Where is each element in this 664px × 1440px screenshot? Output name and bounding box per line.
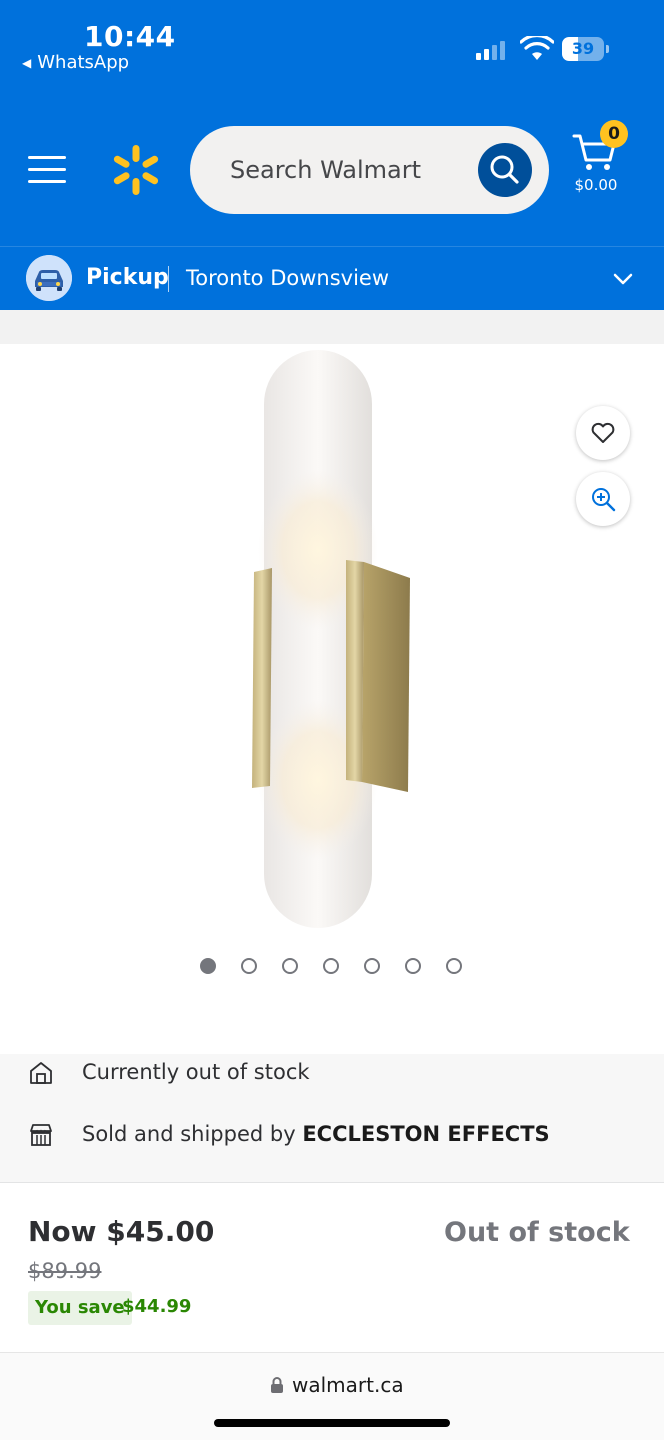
cart-count-badge: 0 xyxy=(600,120,628,148)
cart-total: $0.00 xyxy=(574,176,618,194)
seller-name-link[interactable]: ECCLESTON EFFECTS xyxy=(302,1122,549,1146)
lock-icon xyxy=(271,1377,283,1393)
carousel-dot[interactable] xyxy=(200,958,216,974)
search-button[interactable] xyxy=(478,143,532,197)
seller-text: Sold and shipped by ECCLESTON EFFECTS xyxy=(82,1122,550,1146)
wifi-icon xyxy=(520,36,554,60)
stock-message: Currently out of stock xyxy=(82,1060,310,1084)
menu-icon[interactable] xyxy=(28,152,66,186)
original-price: $89.99 xyxy=(28,1259,102,1283)
image-carousel-dots xyxy=(200,958,462,974)
status-time: 10:44 xyxy=(84,20,176,53)
pickup-mode-label: Pickup xyxy=(86,265,169,290)
stock-status-row: Currently out of stock xyxy=(0,1054,664,1094)
status-bar: 10:44 ◀ WhatsApp 39 xyxy=(0,0,664,100)
search-box xyxy=(190,126,549,214)
savings-amount: $44.99 xyxy=(122,1296,192,1317)
home-indicator[interactable] xyxy=(214,1419,450,1427)
section-divider xyxy=(0,310,664,344)
back-to-app-link[interactable]: ◀ WhatsApp xyxy=(22,52,129,73)
carousel-dot[interactable] xyxy=(364,958,380,974)
pickup-store-name: Toronto Downsview xyxy=(186,266,389,290)
carousel-dot[interactable] xyxy=(405,958,421,974)
browser-address-bar: walmart.ca xyxy=(0,1352,664,1440)
battery-icon: 39 xyxy=(562,37,609,61)
current-price: Now $45.00 xyxy=(28,1215,215,1248)
you-save-badge: You save xyxy=(28,1291,132,1325)
pickup-store-selector[interactable]: Pickup Toronto Downsview xyxy=(0,246,664,310)
add-to-favorites-button[interactable] xyxy=(576,406,630,460)
walmart-spark-logo[interactable] xyxy=(110,144,162,196)
sold-by-prefix: Sold and shipped by xyxy=(82,1122,296,1146)
storefront-icon xyxy=(30,1124,52,1146)
carousel-dot[interactable] xyxy=(323,958,339,974)
url-text: walmart.ca xyxy=(292,1373,404,1397)
carousel-dot[interactable] xyxy=(241,958,257,974)
fulfillment-info: Currently out of stock Sold and shipped … xyxy=(0,1054,664,1182)
carousel-dot[interactable] xyxy=(282,958,298,974)
chevron-down-icon xyxy=(613,273,633,285)
wall-sconce-image[interactable] xyxy=(200,350,450,940)
zoom-image-button[interactable] xyxy=(576,472,630,526)
search-input[interactable] xyxy=(230,126,470,214)
cart-button[interactable]: 0 $0.00 xyxy=(568,120,638,200)
seller-row: Sold and shipped by ECCLESTON EFFECTS xyxy=(0,1116,664,1156)
availability-status: Out of stock xyxy=(444,1217,630,1248)
back-triangle-icon: ◀ xyxy=(22,55,32,70)
cellular-signal-icon xyxy=(476,38,505,60)
heart-icon xyxy=(591,422,615,443)
search-icon xyxy=(490,155,519,184)
url-display[interactable]: walmart.ca xyxy=(270,1373,404,1397)
price-section: Now $45.00 $89.99 You save $44.99 Out of… xyxy=(0,1182,664,1352)
carousel-dot[interactable] xyxy=(446,958,462,974)
battery-level: 39 xyxy=(571,39,595,58)
site-header: 0 $0.00 xyxy=(0,100,664,246)
back-app-label: WhatsApp xyxy=(37,52,130,73)
store-home-icon xyxy=(30,1062,52,1084)
pickup-divider xyxy=(168,266,169,292)
zoom-in-icon xyxy=(592,488,616,512)
pickup-car-icon xyxy=(26,255,72,301)
